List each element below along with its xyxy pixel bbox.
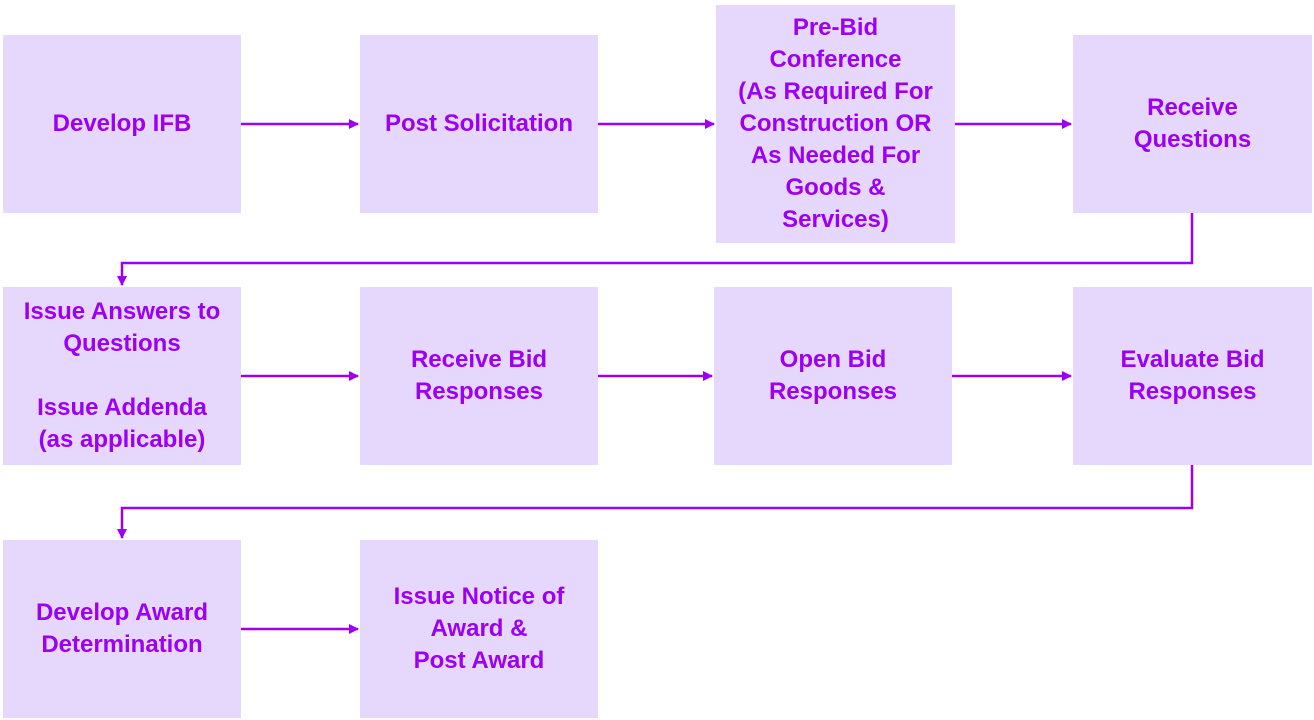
step-issue-notice-of-award: Issue Notice of Award & Post Award bbox=[360, 540, 598, 718]
step-develop-ifb: Develop IFB bbox=[3, 35, 241, 213]
step-post-solicitation: Post Solicitation bbox=[360, 35, 598, 213]
arrow-4-5 bbox=[117, 213, 1194, 286]
step-open-bid-responses: Open Bid Responses bbox=[714, 287, 952, 465]
step-evaluate-bid-responses: Evaluate Bid Responses bbox=[1073, 287, 1312, 465]
step-pre-bid-conference: Pre-Bid Conference (As Required For Cons… bbox=[716, 5, 955, 243]
step-issue-answers: Issue Answers to Questions Issue Addenda… bbox=[3, 287, 241, 465]
step-receive-bid-responses: Receive Bid Responses bbox=[360, 287, 598, 465]
step-develop-award-determination: Develop Award Determination bbox=[3, 540, 241, 718]
arrow-8-9 bbox=[117, 465, 1194, 539]
step-receive-questions: Receive Questions bbox=[1073, 35, 1312, 213]
